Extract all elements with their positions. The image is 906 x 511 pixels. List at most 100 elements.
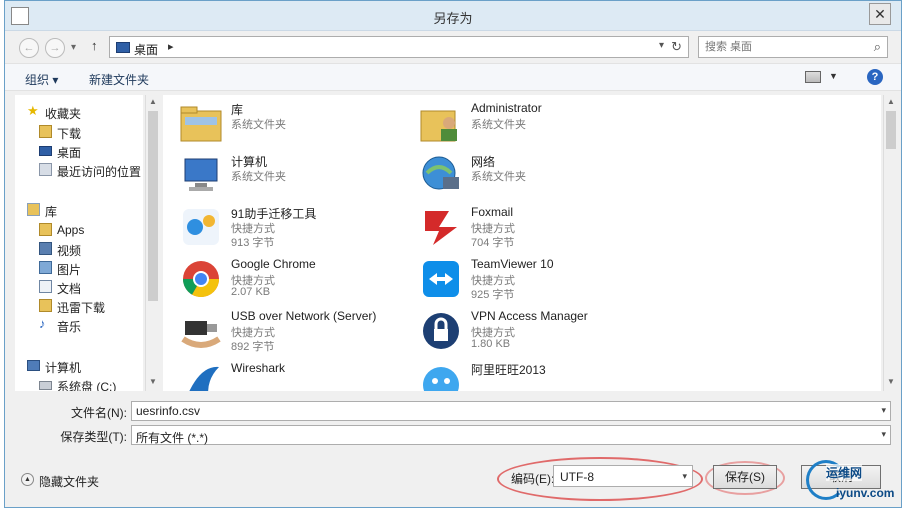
nav-documents-label: 文档 [57,282,82,296]
window-title: 另存为 [433,11,473,26]
nav-system-drive-label: 系统盘 (C:) [57,380,117,391]
nav-pane-scrollbar[interactable]: ▲ ▼ [145,95,159,391]
file-name: USB over Network (Server) [231,309,377,323]
chrome-icon [183,261,219,298]
search-icon[interactable]: ⌕ [874,39,881,55]
nav-thunder-downloads-label: 迅雷下载 [57,301,106,315]
nav-pictures-label: 图片 [57,263,82,277]
filename-field[interactable]: ▾ [131,401,891,421]
music-icon: ♪ [39,316,46,331]
save-button[interactable]: 保存(S) [713,465,777,489]
usb-network-icon [181,321,221,348]
file-item[interactable]: USB over Network (Server) 快捷方式 892 字节 [179,307,409,359]
file-name: Foxmail [471,205,514,219]
filetype-value: 所有文件 (*.*) [136,431,209,445]
encoding-label: 编码(E): [511,472,555,486]
drive-icon [39,381,52,390]
scroll-down-icon[interactable]: ▼ [146,377,160,386]
address-dropdown-icon[interactable]: ▾ [659,40,664,51]
file-size: 913 字节 [231,237,275,249]
filename-label: 文件名(N): [71,406,127,420]
file-type: 系统文件夹 [231,119,286,131]
vpn-lock-icon [423,313,459,349]
file-item[interactable]: 网络 系统文件夹 [419,151,649,203]
site-watermark-logo: 运维网 iyunv.com [806,460,902,506]
filetype-select[interactable]: 所有文件 (*.*) ▾ [131,425,891,445]
nav-libraries-label: 库 [45,205,58,219]
file-item[interactable]: Administrator 系统文件夹 [419,99,649,151]
encoding-select[interactable]: UTF-8 ▾ [553,465,693,487]
organize-menu[interactable]: 组织 ▾ [25,71,58,88]
scroll-up-icon[interactable]: ▲ [884,97,898,106]
aliwangwang-icon [423,367,459,391]
filetype-row: 保存类型(T): 所有文件 (*.*) ▾ [5,423,901,447]
app-91-icon [183,209,219,245]
filename-row: 文件名(N): ▾ [5,399,901,423]
view-options-dropdown[interactable]: ▼ [829,71,838,81]
chevron-down-icon[interactable]: ▾ [881,429,886,440]
up-button[interactable]: ↑ [91,38,98,53]
refresh-icon[interactable]: ↻ [671,39,682,55]
close-button[interactable]: ✕ [869,3,891,25]
folder-icon [39,299,52,312]
command-toolbar: 组织 ▾ 新建文件夹 ▼ ? [5,63,901,91]
file-type: 系统文件夹 [471,171,526,183]
title-bar: 另存为 ✕ [5,1,901,31]
new-folder-button[interactable]: 新建文件夹 [89,71,149,88]
scroll-down-icon[interactable]: ▼ [884,377,898,386]
watermark-text: 运维网 [826,464,863,481]
chevron-down-icon[interactable]: ▾ [881,405,886,416]
file-item[interactable]: VPN Access Manager 快捷方式 1.80 KB [419,307,649,359]
file-item[interactable]: Google Chrome 快捷方式 2.07 KB [179,255,409,307]
file-item[interactable]: TeamViewer 10 快捷方式 925 字节 [419,255,649,307]
address-bar[interactable]: 桌面 ▸ ▾ ↻ [109,36,689,58]
nav-downloads-label: 下载 [57,127,82,141]
save-as-dialog: 另存为 ✕ ← → ▾ ↑ 桌面 ▸ ▾ ↻ ⌕ 组织 ▾ 新建文件夹 ▼ ? … [4,0,902,508]
file-item[interactable]: 91助手迁移工具 快捷方式 913 字节 [179,203,409,255]
file-name: TeamViewer 10 [471,257,554,271]
file-type: 系统文件夹 [231,171,286,183]
documents-icon [39,280,52,293]
computer-icon [27,360,40,371]
file-item[interactable]: 库 系统文件夹 [179,99,409,151]
file-item[interactable]: Foxmail 快捷方式 704 字节 [419,203,649,255]
chevron-down-icon[interactable]: ▾ [682,471,687,482]
foxmail-icon [425,211,457,245]
scrollbar-thumb[interactable] [886,111,896,149]
file-size: 2.07 KB [231,286,271,298]
file-item[interactable]: 计算机 系统文件夹 [179,151,409,203]
search-box[interactable]: ⌕ [698,36,888,58]
download-folder-icon [39,125,52,138]
change-view-icon[interactable] [805,71,821,83]
scroll-up-icon[interactable]: ▲ [146,97,160,106]
nav-computer-label: 计算机 [45,361,82,375]
computer-icon [184,158,218,191]
search-input[interactable] [705,39,855,55]
filename-input[interactable] [136,404,856,418]
file-item[interactable]: 阿里旺旺2013 [419,359,649,391]
watermark-url: iyunv.com [836,486,895,500]
file-item[interactable]: Wireshark [179,359,409,391]
file-name: VPN Access Manager [471,309,588,323]
back-button[interactable]: ← [19,38,39,58]
wireshark-icon [189,366,219,391]
hide-folders-label: 隐藏文件夹 [39,475,100,489]
nav-apps-label: Apps [57,223,85,237]
library-folder-icon [180,106,222,142]
help-icon[interactable]: ? [867,69,883,85]
desktop-icon [116,42,130,53]
file-name: 阿里旺旺2013 [471,363,546,377]
teamviewer-icon [423,261,459,297]
network-icon [422,156,459,190]
recent-locations-dropdown[interactable]: ▾ [71,42,76,53]
file-pane-scrollbar[interactable]: ▲ ▼ [883,95,897,391]
file-size: 892 字节 [231,341,275,353]
folder-icon [39,223,52,236]
nav-recent-places-label: 最近访问的位置 [57,165,142,179]
nav-favorites-label: 收藏夹 [45,107,82,121]
file-size: 704 字节 [471,237,515,249]
breadcrumb-desktop[interactable]: 桌面 [134,41,158,58]
forward-button[interactable]: → [45,38,65,58]
scrollbar-thumb[interactable] [148,111,158,301]
breadcrumb-chevron-icon[interactable]: ▸ [168,40,174,53]
